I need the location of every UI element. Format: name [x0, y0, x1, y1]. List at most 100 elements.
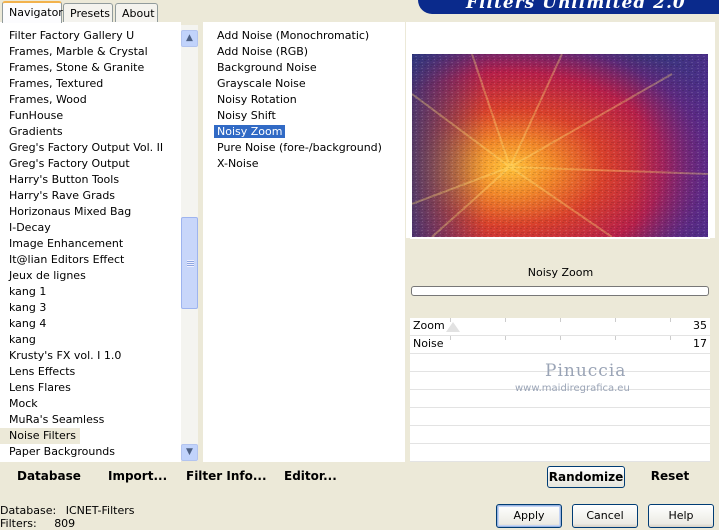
category-item[interactable]: Gradients: [0, 124, 181, 140]
category-item[interactable]: kang 4: [0, 316, 181, 332]
help-button[interactable]: Help: [648, 504, 714, 528]
category-item[interactable]: Horizonaus Mixed Bag: [0, 204, 181, 220]
randomize-button[interactable]: Randomize: [547, 466, 625, 488]
category-item[interactable]: Krusty's FX vol. I 1.0: [0, 348, 181, 364]
slider-value: 17: [693, 337, 707, 350]
slider-ticks: [450, 336, 680, 340]
import-button[interactable]: Import...: [108, 469, 167, 483]
tab-presets[interactable]: Presets: [63, 3, 113, 22]
watermark-url: www.maidiregrafica.eu: [515, 383, 630, 394]
category-item-label: Filter Factory Gallery U: [9, 29, 135, 42]
preview-image[interactable]: [412, 54, 708, 237]
status-filters-value: 809: [54, 517, 76, 530]
category-item-label: Frames, Marble & Crystal: [9, 45, 148, 58]
slider-empty: [410, 444, 710, 462]
reset-button[interactable]: Reset: [645, 466, 695, 488]
apply-button[interactable]: Apply: [496, 504, 562, 528]
editor-button[interactable]: Editor...: [284, 469, 337, 483]
category-item[interactable]: Frames, Wood: [0, 92, 181, 108]
category-item[interactable]: Filter Factory Gallery U: [0, 28, 181, 44]
category-scrollbar[interactable]: ▲ ▼: [181, 25, 198, 461]
category-item-label: Mock: [9, 397, 38, 410]
slider-zoom[interactable]: Zoom 35: [410, 318, 710, 336]
category-list[interactable]: Filter Factory Gallery U Frames, Marble &…: [0, 28, 181, 460]
filter-item-label: Noisy Zoom: [214, 125, 286, 138]
scroll-down-button[interactable]: ▼: [181, 444, 198, 461]
category-item[interactable]: Jeux de lignes: [0, 268, 181, 284]
category-item[interactable]: Mock: [0, 396, 181, 412]
filter-item[interactable]: Add Noise (RGB): [214, 44, 405, 60]
filter-list[interactable]: Add Noise (Monochromatic) Add Noise (RGB)…: [214, 28, 405, 172]
category-item[interactable]: kang 3: [0, 300, 181, 316]
database-button[interactable]: Database: [17, 469, 81, 483]
category-item-label: Image Enhancement: [9, 237, 124, 250]
category-item[interactable]: Harry's Rave Grads: [0, 188, 181, 204]
category-item[interactable]: I-Decay: [0, 220, 181, 236]
category-item-label: It@lian Editors Effect: [9, 253, 125, 266]
slider-empty: [410, 408, 710, 426]
filter-item[interactable]: Noisy Zoom: [214, 124, 405, 140]
category-item[interactable]: Lens Effects: [0, 364, 181, 380]
filter-item[interactable]: Grayscale Noise: [214, 76, 405, 92]
category-item-label: Horizonaus Mixed Bag: [9, 205, 132, 218]
scroll-up-button[interactable]: ▲: [181, 30, 198, 47]
status-filters: Filters: 809: [0, 517, 75, 530]
filter-item[interactable]: X-Noise: [214, 156, 405, 172]
status-database-value: ICNET-Filters: [65, 504, 135, 517]
category-item[interactable]: Frames, Marble & Crystal: [0, 44, 181, 60]
category-item[interactable]: It@lian Editors Effect: [0, 252, 181, 268]
filter-item[interactable]: Pure Noise (fore-/background): [214, 140, 405, 156]
category-item[interactable]: Image Enhancement: [0, 236, 181, 252]
filter-item[interactable]: Noisy Rotation: [214, 92, 405, 108]
category-item-label: Lens Flares: [9, 381, 71, 394]
category-item[interactable]: Harry's Button Tools: [0, 172, 181, 188]
category-item-label: kang 4: [9, 317, 47, 330]
category-item-label: MuRa's Seamless: [9, 413, 105, 426]
filter-item[interactable]: Background Noise: [214, 60, 405, 76]
filter-item-label: Noisy Shift: [217, 109, 276, 122]
status-filters-label: Filters:: [0, 517, 37, 530]
filter-item[interactable]: Noisy Shift: [214, 108, 405, 124]
app-banner: Filters Unlimited 2.0: [418, 0, 719, 14]
category-item-label: FunHouse: [9, 109, 64, 122]
category-item-label: Noise Filters: [9, 429, 76, 442]
category-item[interactable]: MuRa's Seamless: [0, 412, 181, 428]
category-item-label: Greg's Factory Output: [9, 157, 130, 170]
category-item[interactable]: FunHouse: [0, 108, 181, 124]
category-item-label: Gradients: [9, 125, 63, 138]
filter-item-label: Noisy Rotation: [217, 93, 297, 106]
selected-filter-name: Noisy Zoom: [411, 262, 710, 284]
category-item[interactable]: kang: [0, 332, 181, 348]
category-item[interactable]: Noise Filters: [0, 428, 80, 444]
tab-navigator[interactable]: Navigator: [2, 1, 63, 23]
category-item-label: Frames, Wood: [9, 93, 87, 106]
progress-bar: [411, 286, 709, 296]
scroll-thumb[interactable]: [181, 217, 198, 309]
category-item-label: Lens Effects: [9, 365, 76, 378]
category-item[interactable]: Lens Flares: [0, 380, 181, 396]
filter-item-label: X-Noise: [217, 157, 259, 170]
slider-value: 35: [693, 319, 707, 332]
slider-empty: [410, 426, 710, 444]
category-list-pane: Filter Factory Gallery U Frames, Marble &…: [0, 22, 181, 462]
category-item-label: Jeux de lignes: [9, 269, 86, 282]
status-database: Database: ICNET-Filters: [0, 504, 134, 517]
filter-item-label: Grayscale Noise: [217, 77, 306, 90]
app-title: Filters Unlimited 2.0: [466, 0, 686, 13]
category-item-label: I-Decay: [9, 221, 51, 234]
tab-about[interactable]: About: [115, 3, 158, 22]
category-item[interactable]: kang 1: [0, 284, 181, 300]
category-item[interactable]: Frames, Stone & Granite: [0, 60, 181, 76]
filter-item[interactable]: Add Noise (Monochromatic): [214, 28, 405, 44]
category-item[interactable]: Greg's Factory Output: [0, 156, 181, 172]
category-item[interactable]: Frames, Textured: [0, 76, 181, 92]
category-item-label: Paper Backgrounds: [9, 445, 116, 458]
preview-frame: [410, 52, 710, 239]
cancel-button[interactable]: Cancel: [572, 504, 638, 528]
category-item[interactable]: Greg's Factory Output Vol. II: [0, 140, 181, 156]
slider-noise[interactable]: Noise 17: [410, 336, 710, 354]
filter-info-button[interactable]: Filter Info...: [186, 469, 267, 483]
watermark-name: Pinuccia: [545, 361, 627, 381]
slider-thumb[interactable]: [446, 322, 460, 332]
category-item[interactable]: Paper Backgrounds: [0, 444, 181, 460]
